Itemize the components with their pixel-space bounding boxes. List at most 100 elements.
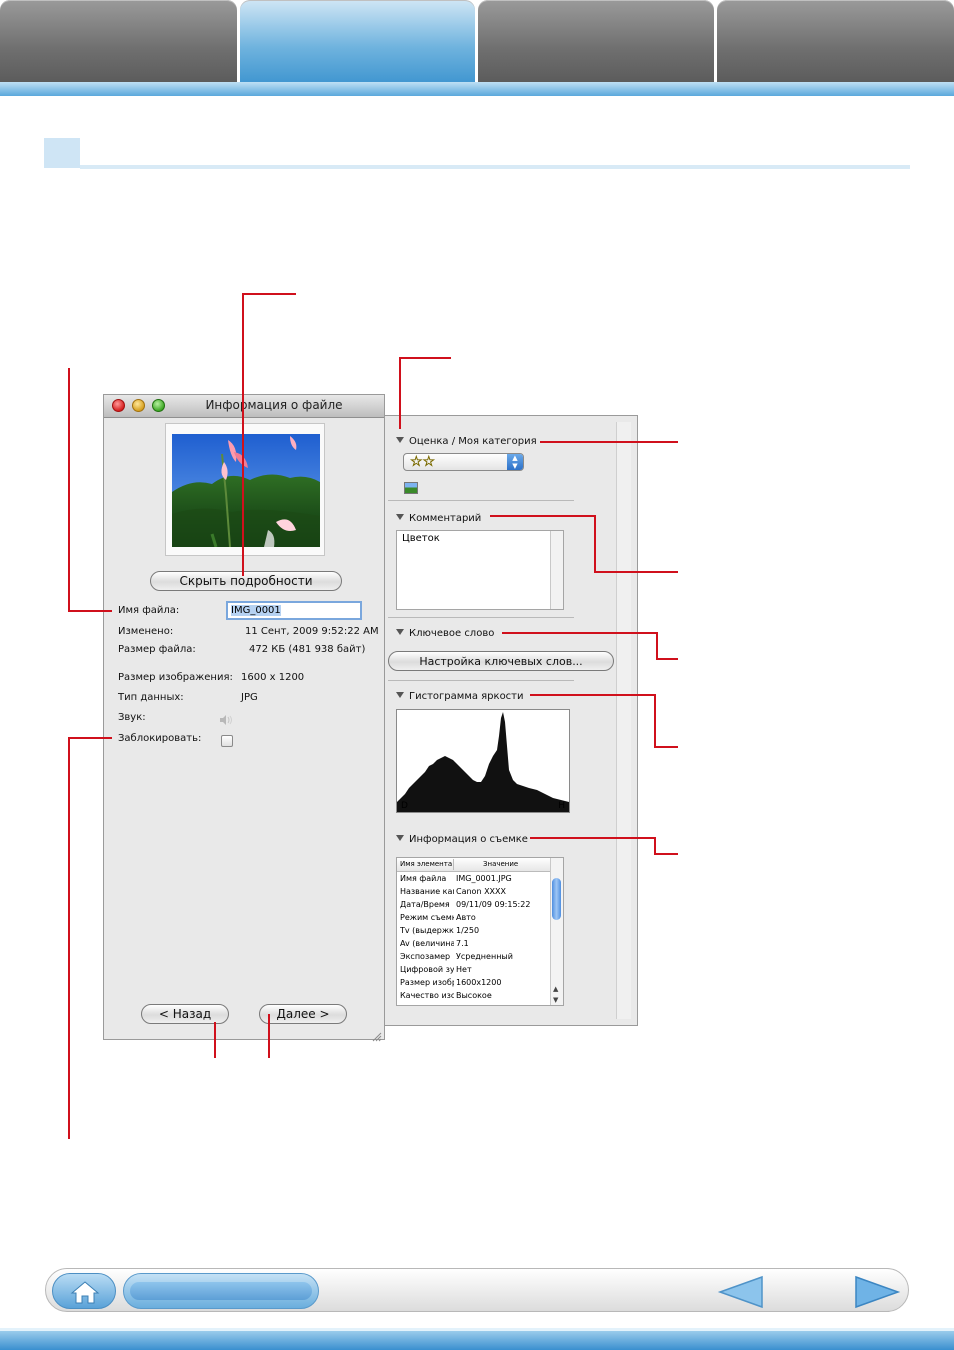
breadcrumb-inner xyxy=(130,1282,312,1300)
minimize-window-icon[interactable] xyxy=(132,399,145,412)
disclosure-triangle-icon[interactable] xyxy=(396,835,404,841)
window-titlebar[interactable]: Информация о файле xyxy=(104,395,384,418)
row-item-name: Режим съемки xyxy=(400,913,454,922)
select-arrows-icon: ▲ ▼ xyxy=(507,454,523,470)
row-item-value: 1/250 xyxy=(456,926,480,935)
modified-label: Изменено: xyxy=(118,626,174,637)
shooting-info-table[interactable]: Имя элемента Значение Имя файла IMG_0001.… xyxy=(396,857,564,1006)
tab-4[interactable] xyxy=(717,0,954,82)
scroll-down-icon[interactable]: ▼ xyxy=(553,996,558,1004)
row-item-value: IMG_0001.JPG xyxy=(456,874,512,883)
comment-scrollbar[interactable] xyxy=(550,531,563,609)
table-row[interactable]: Размер изображения1600x1200 xyxy=(397,976,551,989)
breadcrumb-button[interactable] xyxy=(123,1273,319,1309)
shooting-info-section-header[interactable]: Информация о съемке xyxy=(396,834,528,845)
table-row[interactable]: Av (величина диафрагмы)7.1 xyxy=(397,937,551,950)
table-header: Имя элемента Значение xyxy=(397,858,551,872)
disclosure-triangle-icon[interactable] xyxy=(396,514,404,520)
tab-1[interactable] xyxy=(0,0,237,82)
image-size-label: Размер изображения: xyxy=(118,672,233,683)
home-button[interactable] xyxy=(52,1273,116,1309)
table-row[interactable]: Название камерыCanon XXXX xyxy=(397,885,551,898)
keyword-heading: Ключевое слово xyxy=(409,628,495,639)
row-item-name: Качество изображения xyxy=(400,991,454,1000)
comment-text: Цветок xyxy=(402,533,440,544)
separator xyxy=(388,500,574,501)
separator xyxy=(388,617,574,618)
row-item-value: Высокое xyxy=(456,991,492,1000)
row-item-value: Нет xyxy=(456,965,472,974)
details-panel: Оценка / Моя категория ☆☆ ▲ ▼ Комментарий… xyxy=(385,415,638,1026)
arrow-right-icon xyxy=(855,1275,901,1309)
rating-section-header[interactable]: Оценка / Моя категория xyxy=(396,436,537,447)
disclosure-triangle-icon[interactable] xyxy=(396,692,404,698)
previous-page-button[interactable] xyxy=(716,1275,766,1309)
filename-label: Имя файла: xyxy=(118,605,180,616)
table-row[interactable]: Экспозамер Усредненный xyxy=(397,950,551,963)
filename-input[interactable]: IMG_0001 xyxy=(226,601,362,620)
row-item-name: Av (величина диафрагмы) xyxy=(400,939,454,948)
scroll-thumb[interactable] xyxy=(552,878,561,920)
disclosure-triangle-icon[interactable] xyxy=(396,629,404,635)
histogram-section-header[interactable]: Гистограмма яркости xyxy=(396,691,524,702)
row-item-name: Название камеры xyxy=(400,887,454,896)
bottom-navigation-bar xyxy=(45,1268,909,1312)
filename-value: IMG_0001 xyxy=(231,605,281,616)
back-button[interactable]: < Назад xyxy=(141,1004,229,1024)
table-row[interactable]: Режим съемкиАвто xyxy=(397,911,551,924)
row-item-name: Цифровой зум xyxy=(400,965,454,974)
table-row[interactable]: Цифровой зумНет xyxy=(397,963,551,976)
row-item-value: Усредненный xyxy=(456,952,513,961)
scroll-up-icon[interactable]: ▲ xyxy=(553,985,558,993)
arrow-left-icon xyxy=(717,1275,763,1309)
lock-checkbox[interactable] xyxy=(221,735,233,747)
top-tab-bar xyxy=(0,0,954,96)
tab-2-active[interactable] xyxy=(240,0,475,86)
modified-value: 11 Сент, 2009 9:52:22 AM xyxy=(245,626,379,637)
rating-select[interactable]: ☆☆ ▲ ▼ xyxy=(403,453,524,471)
comment-textarea[interactable]: Цветок xyxy=(396,530,564,610)
details-panel-scrollbar[interactable] xyxy=(616,422,631,1019)
next-button[interactable]: Далее > xyxy=(259,1004,347,1024)
next-page-button[interactable] xyxy=(852,1275,902,1309)
separator xyxy=(388,680,574,681)
row-item-name: Tv (выдержка) xyxy=(400,926,454,935)
thumbnail-image xyxy=(172,434,320,547)
image-category-icon[interactable] xyxy=(404,482,418,494)
speaker-icon[interactable] xyxy=(219,711,233,725)
histogram-heading: Гистограмма яркости xyxy=(409,691,524,702)
row-item-name: Имя файла xyxy=(400,874,447,883)
section-marker xyxy=(44,138,80,168)
keyword-section-header[interactable]: Ключевое слово xyxy=(396,628,494,639)
close-window-icon[interactable] xyxy=(112,399,125,412)
tab-band xyxy=(0,82,954,96)
data-type-label: Тип данных: xyxy=(118,692,184,703)
tab-3[interactable] xyxy=(478,0,714,82)
keyword-settings-button[interactable]: Настройка ключевых слов... xyxy=(388,651,614,671)
row-item-name: Размер изображения xyxy=(400,978,454,987)
histogram-light-label: H xyxy=(558,801,565,811)
table-row[interactable]: Имя файла IMG_0001.JPG xyxy=(397,872,551,885)
hide-details-button[interactable]: Скрыть подробности xyxy=(150,571,342,591)
comment-section-header[interactable]: Комментарий xyxy=(396,513,481,524)
rating-stars: ☆☆ xyxy=(410,454,436,471)
shooting-info-scrollbar[interactable]: ▲ ▼ xyxy=(550,858,563,1005)
resize-grip-icon[interactable] xyxy=(372,1027,382,1042)
column-header-item[interactable]: Имя элемента xyxy=(400,858,452,871)
sound-label: Звук: xyxy=(118,712,146,723)
column-header-value[interactable]: Значение xyxy=(483,858,518,871)
row-item-value: 7.1 xyxy=(456,939,469,948)
filesize-label: Размер файла: xyxy=(118,644,196,655)
brightness-histogram: D H xyxy=(396,709,570,813)
zoom-window-icon[interactable] xyxy=(152,399,165,412)
table-row[interactable]: Tv (выдержка)1/250 xyxy=(397,924,551,937)
table-row[interactable]: Дата/Время 09/11/09 09:15:22 xyxy=(397,898,551,911)
row-item-value: Авто xyxy=(456,913,476,922)
file-info-window: Информация о файле Скрыть подробности Им… xyxy=(103,394,385,1042)
disclosure-triangle-icon[interactable] xyxy=(396,437,404,443)
row-item-value: 1600x1200 xyxy=(456,978,502,987)
table-row[interactable]: Качество изображенияВысокое xyxy=(397,989,551,1002)
footer-band xyxy=(0,1328,954,1350)
lock-label: Заблокировать: xyxy=(118,733,202,744)
image-size-value: 1600 x 1200 xyxy=(241,672,305,683)
